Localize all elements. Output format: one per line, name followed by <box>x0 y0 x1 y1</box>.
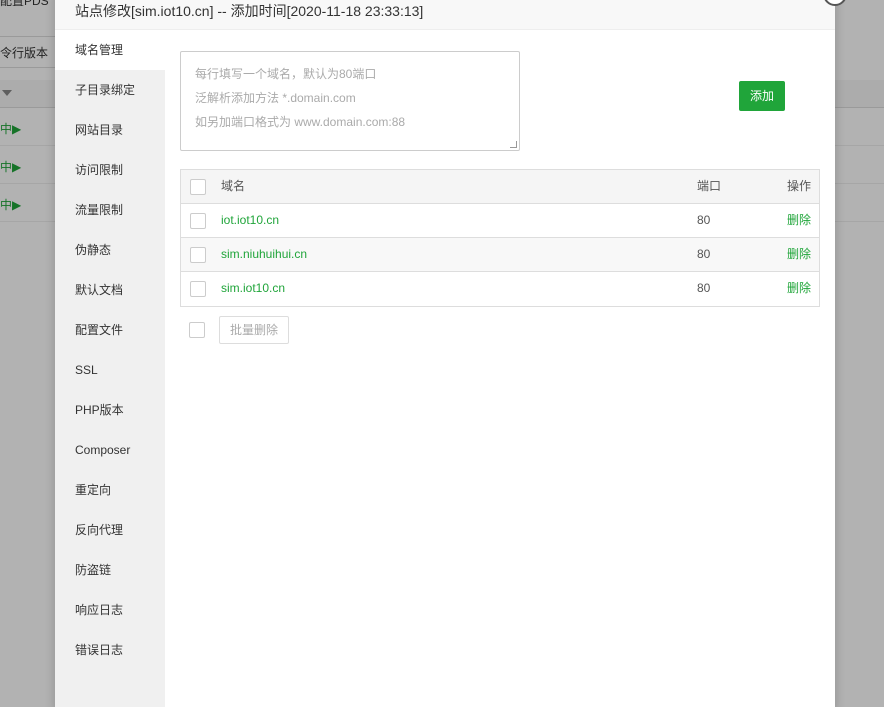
delete-link[interactable]: 删除 <box>787 238 811 271</box>
sidebar-item-reverse-proxy[interactable]: 反向代理 <box>55 510 165 550</box>
table-row: sim.iot10.cn 80 删除 <box>181 272 819 306</box>
add-domain-button[interactable]: 添加 <box>739 81 785 111</box>
textarea-placeholder-line: 泛解析添加方法 *.domain.com <box>195 91 356 105</box>
table-header-row: 域名 端口 操作 <box>181 170 819 204</box>
port-value: 80 <box>697 281 711 295</box>
sidebar-item-rewrite[interactable]: 伪静态 <box>55 230 165 270</box>
domain-link[interactable]: iot.iot10.cn <box>221 204 279 237</box>
modal-title: 站点修改[sim.iot10.cn] -- 添加时间[2020-11-18 23… <box>55 0 835 30</box>
row-checkbox[interactable] <box>190 281 206 297</box>
domain-management-panel: 每行填写一个域名，默认为80端口 泛解析添加方法 *.domain.com 如另… <box>180 51 820 344</box>
sidebar-item-site-directory[interactable]: 网站目录 <box>55 110 165 150</box>
textarea-placeholder-line: 每行填写一个域名，默认为80端口 <box>195 67 377 81</box>
port-value: 80 <box>697 213 711 227</box>
column-header-domain: 域名 <box>221 179 246 193</box>
sidebar-item-default-document[interactable]: 默认文档 <box>55 270 165 310</box>
delete-link[interactable]: 删除 <box>787 204 811 237</box>
sidebar-item-access-restriction[interactable]: 访问限制 <box>55 150 165 190</box>
sidebar-item-composer[interactable]: Composer <box>55 430 165 470</box>
select-all-checkbox[interactable] <box>190 179 206 195</box>
textarea-placeholder-line: 如另加端口格式为 www.domain.com:88 <box>195 115 406 129</box>
port-value: 80 <box>697 247 711 261</box>
domain-link[interactable]: sim.iot10.cn <box>221 272 285 305</box>
row-checkbox[interactable] <box>190 213 206 229</box>
sidebar-item-redirect[interactable]: 重定向 <box>55 470 165 510</box>
batch-actions: 批量删除 <box>180 316 480 346</box>
sidebar-item-domain-management[interactable]: 域名管理 <box>55 30 165 70</box>
sidebar-item-traffic-limit[interactable]: 流量限制 <box>55 190 165 230</box>
sidebar-item-error-log[interactable]: 错误日志 <box>55 630 165 670</box>
sidebar-item-config-file[interactable]: 配置文件 <box>55 310 165 350</box>
sidebar-item-php-version[interactable]: PHP版本 <box>55 390 165 430</box>
table-row: sim.niuhuihui.cn 80 删除 <box>181 238 819 272</box>
domain-table: 域名 端口 操作 iot.iot10.cn 80 删除 sim.niuhuihu… <box>180 169 820 307</box>
column-header-port: 端口 <box>697 179 722 193</box>
table-row: iot.iot10.cn 80 删除 <box>181 204 819 238</box>
sidebar-item-subdirectory-binding[interactable]: 子目录绑定 <box>55 70 165 110</box>
domain-input-textarea[interactable]: 每行填写一个域名，默认为80端口 泛解析添加方法 *.domain.com 如另… <box>180 51 520 151</box>
sidebar-item-access-log[interactable]: 响应日志 <box>55 590 165 630</box>
row-checkbox[interactable] <box>190 247 206 263</box>
sidebar-item-hotlink-protection[interactable]: 防盗链 <box>55 550 165 590</box>
sidebar-item-ssl[interactable]: SSL <box>55 350 165 390</box>
resize-handle-icon[interactable] <box>510 141 517 148</box>
batch-select-checkbox[interactable] <box>189 322 205 338</box>
domain-link[interactable]: sim.niuhuihui.cn <box>221 238 307 271</box>
column-header-operation: 操作 <box>786 179 811 193</box>
site-edit-modal: 站点修改[sim.iot10.cn] -- 添加时间[2020-11-18 23… <box>55 0 847 707</box>
modal-sidebar: 域名管理 子目录绑定 网站目录 访问限制 流量限制 伪静态 默认文档 配置文件 … <box>55 30 165 707</box>
batch-delete-button[interactable]: 批量删除 <box>219 316 289 344</box>
delete-link[interactable]: 删除 <box>787 272 811 305</box>
